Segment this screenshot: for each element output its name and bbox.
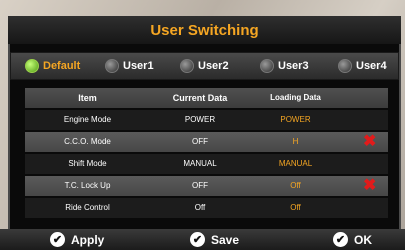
- row-item: T.C. Lock Up: [64, 181, 111, 190]
- mismatch-x-icon: ✖: [363, 177, 377, 194]
- row-item: Shift Mode: [68, 159, 107, 168]
- radio-icon: [105, 59, 119, 73]
- row-current: Off: [194, 203, 206, 212]
- user-selector: Default User1 User2 User3 User4: [10, 52, 399, 80]
- button-bar: ✔ Apply ✔ Save ✔ OK: [0, 229, 405, 250]
- table-row: Ride Control Off Off: [25, 198, 388, 218]
- row-item: Engine Mode: [63, 115, 112, 124]
- row-item: C.C.O. Mode: [64, 137, 111, 146]
- table-row: T.C. Lock Up OFF Off ✖: [25, 176, 388, 196]
- radio-icon: [338, 59, 352, 73]
- header-loading-data: Loading Data: [270, 93, 321, 102]
- user-option-user1[interactable]: User1: [105, 53, 154, 79]
- user-option-user2[interactable]: User2: [180, 53, 229, 79]
- user-option-label: User4: [356, 60, 387, 72]
- ok-label: OK: [354, 232, 372, 247]
- table-row: C.C.O. Mode OFF H ✖: [25, 132, 388, 152]
- row-current: MANUAL: [183, 159, 217, 168]
- user-option-label: User3: [278, 60, 309, 72]
- user-option-label: Default: [43, 60, 81, 72]
- row-loading: Off: [290, 203, 301, 212]
- table-row: Engine Mode POWER POWER: [25, 110, 388, 130]
- user-option-user4[interactable]: User4: [338, 53, 387, 79]
- row-current: POWER: [184, 115, 216, 124]
- row-current: OFF: [192, 137, 208, 146]
- check-icon: ✔: [50, 232, 65, 247]
- row-loading: MANUAL: [278, 159, 313, 168]
- row-current: OFF: [192, 181, 208, 190]
- radio-icon: [260, 59, 274, 73]
- user-option-label: User1: [123, 60, 154, 72]
- row-loading: H: [292, 137, 299, 146]
- header-item: Item: [78, 93, 97, 103]
- save-label: Save: [211, 232, 240, 247]
- row-loading: Off: [290, 181, 301, 190]
- apply-label: Apply: [71, 232, 105, 247]
- user-option-default[interactable]: Default: [25, 53, 80, 79]
- check-icon: ✔: [333, 232, 348, 247]
- user-option-user3[interactable]: User3: [260, 53, 309, 79]
- table-row: Shift Mode MANUAL MANUAL: [25, 154, 388, 174]
- radio-icon: [180, 59, 194, 73]
- user-option-label: User2: [198, 60, 229, 72]
- row-loading: POWER: [280, 115, 311, 124]
- table-header: Item Current Data Loading Data: [25, 88, 388, 108]
- check-icon: ✔: [190, 232, 205, 247]
- apply-button[interactable]: ✔ Apply: [50, 229, 104, 250]
- radio-selected-icon: [25, 59, 39, 73]
- row-item: Ride Control: [65, 203, 110, 212]
- header-current-data: Current Data: [172, 93, 228, 103]
- mismatch-x-icon: ✖: [363, 133, 377, 150]
- ok-button[interactable]: ✔ OK: [333, 229, 372, 250]
- dialog-title: User Switching: [8, 16, 401, 44]
- save-button[interactable]: ✔ Save: [190, 229, 239, 250]
